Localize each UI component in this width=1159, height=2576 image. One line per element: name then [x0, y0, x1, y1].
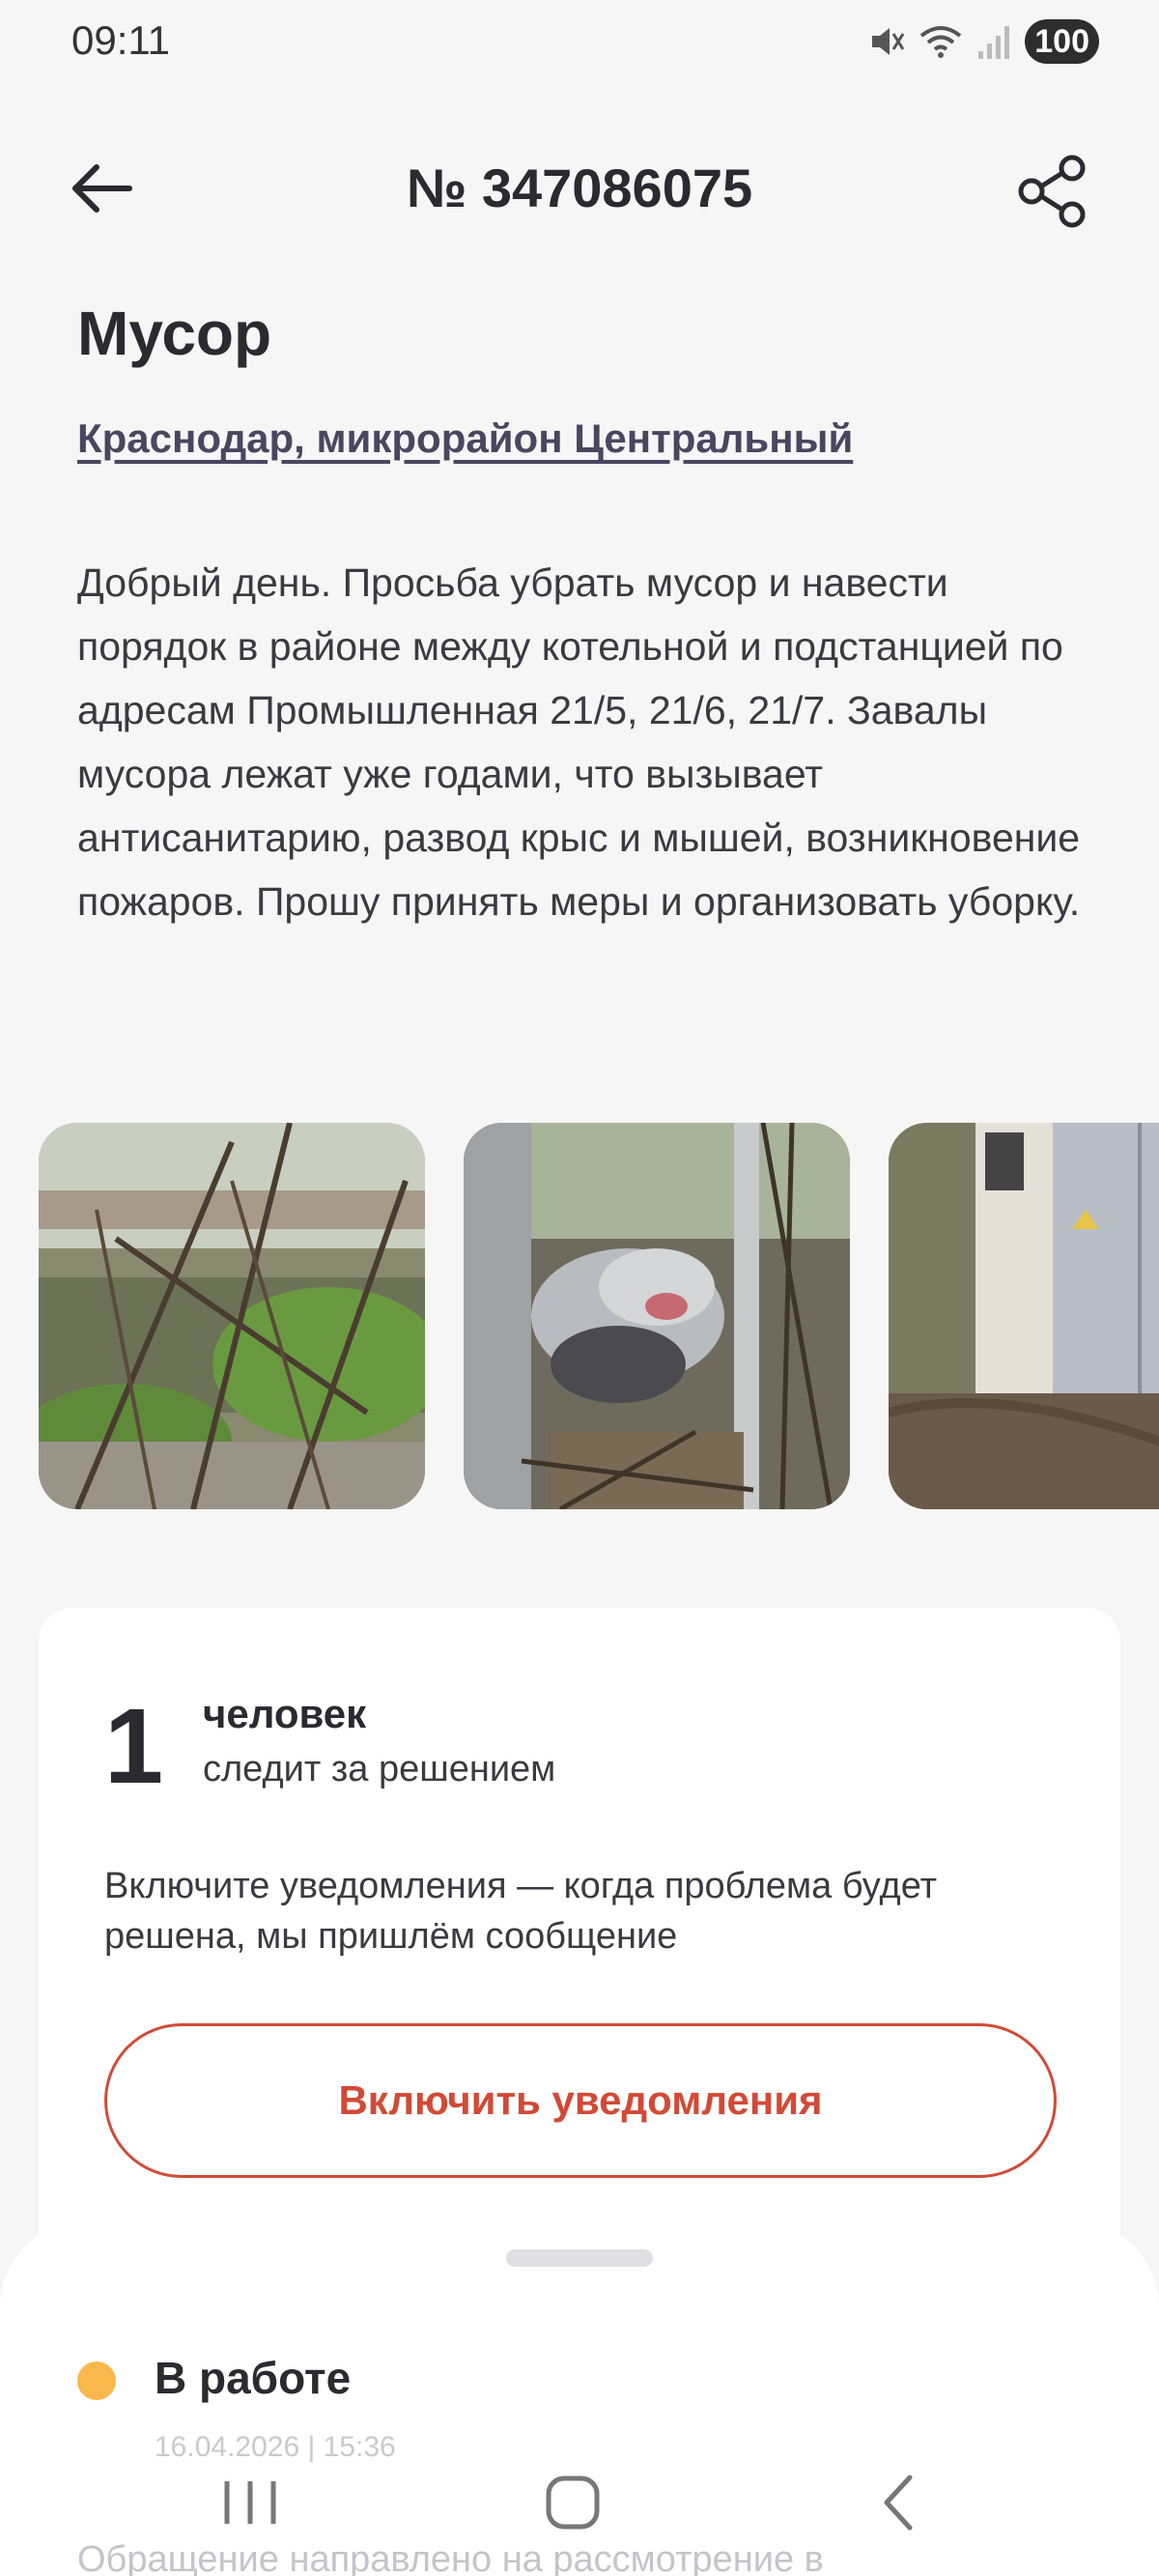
system-navigation-bar: [0, 2454, 1159, 2551]
status-bar: 09:11 100: [0, 0, 1159, 87]
recent-apps-icon: [224, 2481, 276, 2524]
photo-carousel[interactable]: [0, 1123, 1159, 1509]
signal-icon: [978, 26, 1010, 59]
status-dot-icon: [77, 2361, 116, 2400]
home-icon: [546, 2476, 600, 2530]
wifi-icon: [920, 26, 962, 58]
header: № 347086075: [0, 135, 1159, 242]
followers-note: следит за решением: [203, 1749, 556, 1789]
mute-icon: [872, 28, 905, 55]
location-link[interactable]: Краснодар, микрорайон Центральный: [77, 415, 853, 462]
photo-thumbnail-2[interactable]: [464, 1123, 850, 1509]
share-icon: [1018, 155, 1086, 228]
photo-thumbnail-3[interactable]: [889, 1123, 1159, 1509]
status-icons: 100: [866, 17, 1099, 66]
home-button[interactable]: [516, 2454, 632, 2551]
nav-back-button[interactable]: [842, 2454, 958, 2551]
battery-indicator: 100: [1025, 19, 1099, 64]
sheet-drag-handle[interactable]: [506, 2249, 653, 2267]
share-button[interactable]: [1014, 153, 1091, 230]
status-label: В работе: [155, 2353, 352, 2403]
notify-description: Включите уведомления — когда проблема бу…: [104, 1866, 937, 1957]
followers-unit: человек: [203, 1691, 367, 1736]
issue-description: Добрый день. Просьба убрать мусор и наве…: [77, 560, 1081, 924]
nav-back-icon: [884, 2475, 913, 2531]
enable-notifications-button[interactable]: Включить уведомления: [104, 2023, 1057, 2178]
photo-thumbnail-1[interactable]: [39, 1123, 425, 1509]
issue-number-title: № 347086075: [406, 157, 753, 218]
recent-apps-button[interactable]: [193, 2454, 309, 2551]
followers-card: 1 человек следит за решением Включите ув…: [39, 1608, 1120, 2265]
category-title: Мусор: [77, 299, 272, 368]
followers-count: 1: [104, 1687, 164, 1806]
status-time: 09:11: [71, 17, 170, 63]
